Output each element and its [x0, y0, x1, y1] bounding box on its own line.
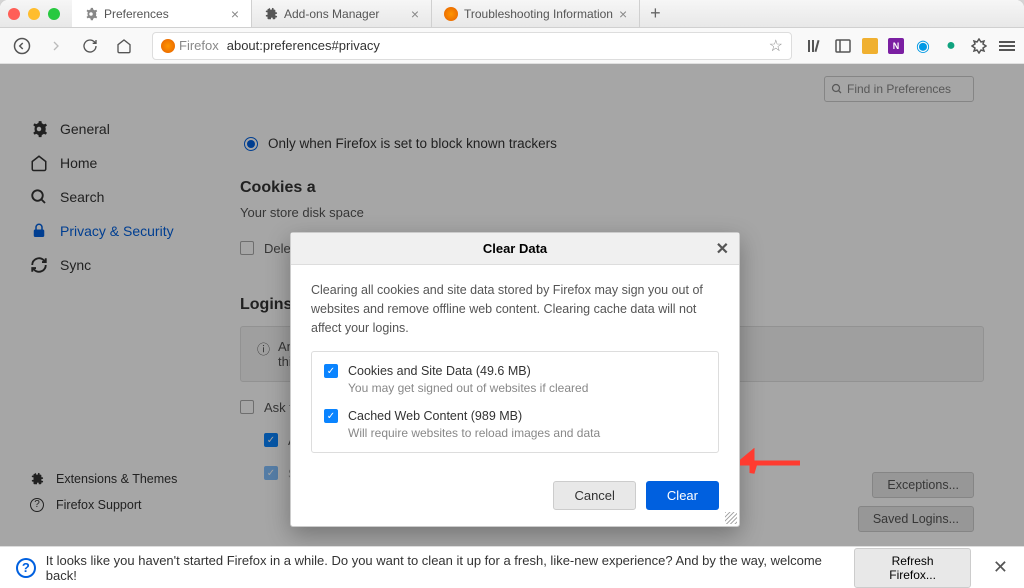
- item-subtitle: You may get signed out of websites if cl…: [348, 381, 706, 395]
- refresh-firefox-button[interactable]: Refresh Firefox...: [854, 548, 971, 588]
- bookmark-star-icon[interactable]: ☆: [769, 36, 783, 56]
- puzzle-icon: [264, 7, 278, 21]
- ext-icon-3[interactable]: ◉: [914, 37, 932, 55]
- maximize-window-button[interactable]: [48, 8, 60, 20]
- minimize-window-button[interactable]: [28, 8, 40, 20]
- dialog-title: Clear Data ✕: [291, 233, 739, 265]
- tab-label: Add-ons Manager: [284, 7, 379, 21]
- notification-bar: ? It looks like you haven't started Fire…: [0, 546, 1024, 588]
- checkbox-cached-content[interactable]: ✓: [324, 409, 338, 423]
- item-title: Cookies and Site Data (49.6 MB): [348, 364, 706, 378]
- clear-button[interactable]: Clear: [646, 481, 719, 510]
- gear-icon: [84, 7, 98, 21]
- url-identity: Firefox: [161, 38, 219, 53]
- back-button[interactable]: [8, 32, 36, 60]
- checkbox-cookies-sitedata[interactable]: ✓: [324, 364, 338, 378]
- resize-handle[interactable]: [725, 512, 737, 524]
- cancel-button[interactable]: Cancel: [553, 481, 635, 510]
- ext-icon-2[interactable]: N: [888, 38, 904, 54]
- close-tab-icon[interactable]: ×: [619, 6, 627, 22]
- close-tab-icon[interactable]: ×: [231, 6, 239, 22]
- tab-troubleshooting[interactable]: Troubleshooting Information ×: [432, 0, 640, 27]
- notification-text: It looks like you haven't started Firefo…: [46, 553, 845, 583]
- menu-icon[interactable]: [998, 37, 1016, 55]
- close-tab-icon[interactable]: ×: [411, 6, 419, 22]
- item-subtitle: Will require websites to reload images a…: [348, 426, 706, 440]
- forward-button[interactable]: [42, 32, 70, 60]
- ext-icon-1[interactable]: [862, 38, 878, 54]
- url-text: about:preferences#privacy: [227, 38, 380, 53]
- sidebar-icon[interactable]: [834, 37, 852, 55]
- library-icon[interactable]: [806, 37, 824, 55]
- clear-data-dialog: Clear Data ✕ Clearing all cookies and si…: [290, 232, 740, 527]
- ext-icon-5[interactable]: [970, 37, 988, 55]
- url-bar[interactable]: Firefox about:preferences#privacy ☆: [152, 32, 792, 60]
- item-title: Cached Web Content (989 MB): [348, 409, 706, 423]
- firefox-icon: [444, 7, 458, 21]
- dialog-description: Clearing all cookies and site data store…: [311, 281, 719, 337]
- titlebar: Preferences × Add-ons Manager × Troubles…: [0, 0, 1024, 28]
- reload-button[interactable]: [76, 32, 104, 60]
- new-tab-button[interactable]: +: [640, 0, 671, 27]
- home-button[interactable]: [110, 32, 138, 60]
- tab-label: Troubleshooting Information: [464, 7, 613, 21]
- close-window-button[interactable]: [8, 8, 20, 20]
- ext-icon-4[interactable]: ●: [942, 37, 960, 55]
- tab-label: Preferences: [104, 7, 169, 21]
- annotation-arrow: [740, 448, 800, 478]
- close-dialog-button[interactable]: ✕: [716, 239, 729, 259]
- tab-preferences[interactable]: Preferences ×: [72, 0, 252, 27]
- close-notification-button[interactable]: ✕: [993, 557, 1008, 578]
- help-icon: ?: [16, 558, 36, 578]
- tab-addons[interactable]: Add-ons Manager ×: [252, 0, 432, 27]
- toolbar: Firefox about:preferences#privacy ☆ N ◉ …: [0, 28, 1024, 64]
